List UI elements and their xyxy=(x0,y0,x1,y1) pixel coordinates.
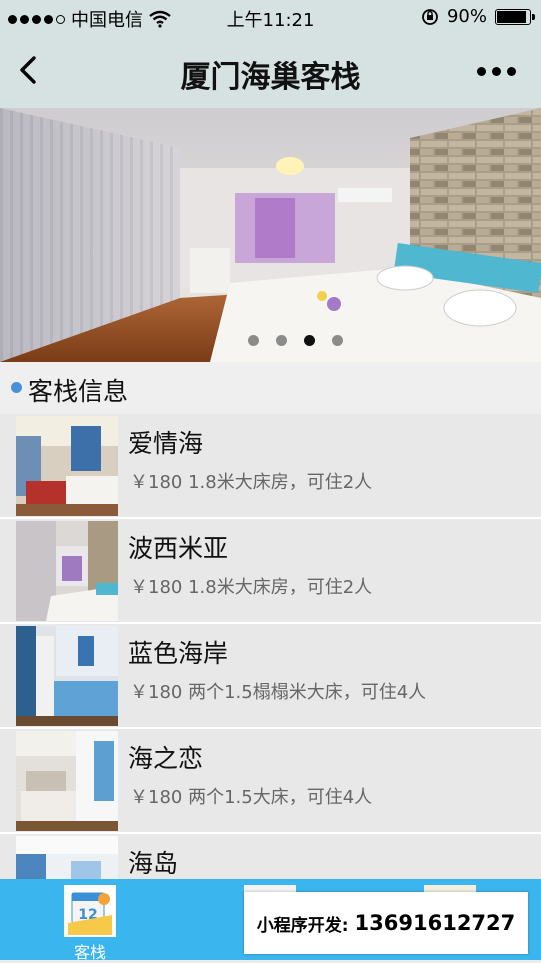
pager-dot[interactable] xyxy=(304,335,315,346)
room-desc: ￥180 两个1.5榻榻米大床，可住4人 xyxy=(130,682,427,703)
room-desc: ￥180 1.8米大床房，可住2人 xyxy=(130,472,373,493)
battery-percent: 90% xyxy=(446,6,487,27)
page-title: 厦门海巢客栈 xyxy=(180,60,361,95)
status-right: 90% xyxy=(421,6,535,27)
section-header: 客栈信息 xyxy=(0,362,541,414)
room-desc: ￥180 1.8米大床房，可住2人 xyxy=(130,577,373,598)
room-list-item[interactable]: 波西米亚 ￥180 1.8米大床房，可住2人 xyxy=(0,519,541,624)
room-banner-carousel[interactable] xyxy=(0,108,541,362)
room-thumbnail xyxy=(16,731,118,831)
room-name: 海之恋 xyxy=(128,744,204,773)
battery-icon xyxy=(495,8,535,25)
section-bullet-icon xyxy=(11,382,22,393)
room-thumbnail xyxy=(16,521,118,621)
status-bar: 中国电信 上午11:21 90% xyxy=(0,0,541,34)
pager-dot[interactable] xyxy=(276,335,287,346)
room-list-item[interactable]: 海之恋 ￥180 两个1.5大床，可住4人 xyxy=(0,729,541,834)
banner-pager xyxy=(0,335,541,346)
more-dots-icon[interactable] xyxy=(477,56,521,86)
promo-label: 小程序开发: xyxy=(256,915,349,936)
banner-photo xyxy=(0,108,541,362)
section-title: 客栈信息 xyxy=(28,377,129,406)
promo-phone: 13691612727 xyxy=(354,911,516,935)
room-name: 波西米亚 xyxy=(128,534,229,563)
room-list-item[interactable]: 爱情海 ￥180 1.8米大床房，可住2人 xyxy=(0,414,541,519)
orientation-lock-icon xyxy=(422,8,438,25)
tab-inn[interactable]: 12 客栈 xyxy=(64,885,116,962)
room-list: 爱情海 ￥180 1.8米大床房，可住2人 波西米亚 ￥180 1.8米大床房，… xyxy=(0,414,541,939)
room-desc: ￥180 两个1.5大床，可住4人 xyxy=(130,787,373,808)
tab-label: 客栈 xyxy=(73,943,106,962)
room-thumbnail xyxy=(16,626,118,726)
room-list-item[interactable]: 蓝色海岸 ￥180 两个1.5榻榻米大床，可住4人 xyxy=(0,624,541,729)
room-name: 爱情海 xyxy=(128,429,204,458)
promo-banner[interactable]: 小程序开发: 13691612727 xyxy=(244,892,528,954)
pager-dot[interactable] xyxy=(332,335,343,346)
room-name: 海岛 xyxy=(128,849,179,878)
calendar-icon: 12 xyxy=(64,885,116,937)
room-thumbnail xyxy=(16,416,118,516)
room-name: 蓝色海岸 xyxy=(128,639,229,668)
nav-bar: 厦门海巢客栈 xyxy=(0,34,541,108)
pager-dot[interactable] xyxy=(248,335,259,346)
